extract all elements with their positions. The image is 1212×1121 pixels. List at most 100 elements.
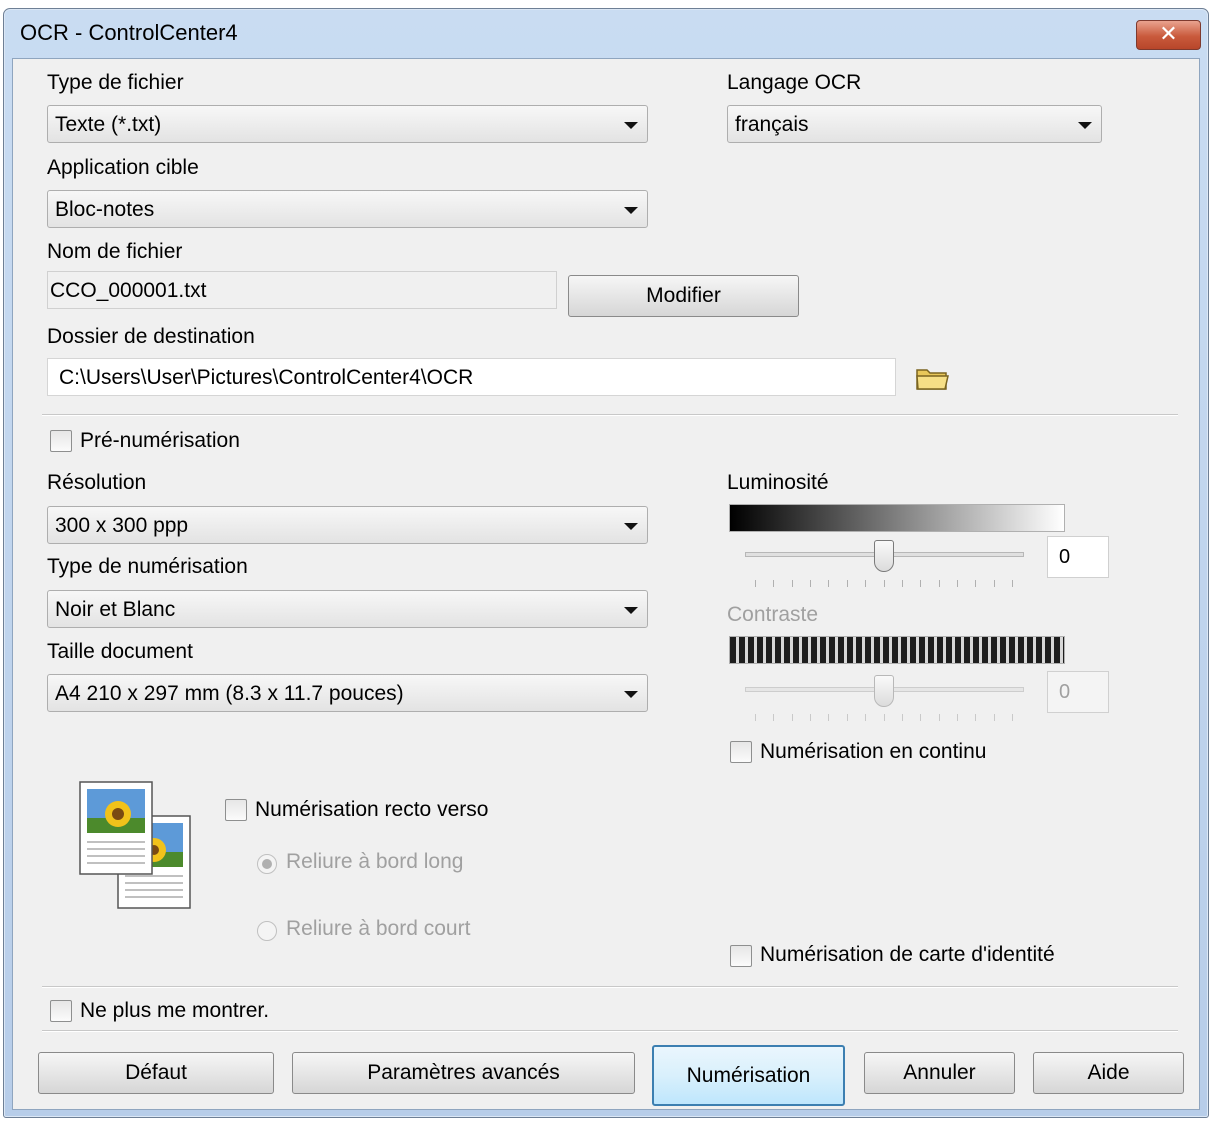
contrast-ticks (745, 714, 1022, 721)
file-type-select[interactable]: Texte (*.txt) (47, 105, 648, 143)
cancel-button[interactable]: Annuler (864, 1052, 1015, 1094)
slider-tick (773, 714, 774, 721)
destination-label: Dossier de destination (47, 325, 255, 348)
brightness-value: 0 (1059, 546, 1071, 568)
separator (42, 414, 1178, 416)
slider-tick (994, 714, 995, 721)
default-button[interactable]: Défaut (38, 1052, 274, 1094)
destination-field[interactable]: C:\Users\User\Pictures\ControlCenter4\OC… (47, 358, 896, 396)
contrast-value-field[interactable]: 0 (1047, 671, 1109, 713)
slider-tick (810, 580, 811, 587)
duplex-label: Numérisation recto verso (255, 798, 489, 821)
contrast-value: 0 (1059, 681, 1071, 703)
brightness-ticks (745, 580, 1022, 587)
id-card-label: Numérisation de carte d'identité (760, 943, 1055, 966)
slider-tick (957, 580, 958, 587)
id-card-checkbox[interactable] (730, 945, 752, 967)
slider-tick (939, 714, 940, 721)
prescan-label: Pré-numérisation (80, 429, 240, 452)
folder-icon[interactable] (915, 364, 951, 392)
doc-size-select[interactable]: A4 210 x 297 mm (8.3 x 11.7 pouces) (47, 674, 648, 712)
scan-type-select[interactable]: Noir et Blanc (47, 590, 648, 628)
slider-tick (865, 580, 866, 587)
slider-tick (902, 580, 903, 587)
slider-tick (1012, 714, 1013, 721)
slider-tick (773, 580, 774, 587)
brightness-value-field[interactable]: 0 (1047, 536, 1109, 578)
window-title: OCR - ControlCenter4 (20, 20, 238, 45)
slider-tick (847, 580, 848, 587)
slider-tick (994, 580, 995, 587)
close-button[interactable]: ✕ (1136, 20, 1201, 50)
close-icon: ✕ (1159, 22, 1178, 47)
slider-tick (755, 714, 756, 721)
short-edge-radio[interactable] (257, 921, 277, 941)
resolution-value: 300 x 300 ppp (55, 514, 189, 537)
duplex-illustration-icon (78, 780, 194, 912)
help-button[interactable]: Aide (1033, 1052, 1184, 1094)
resolution-label: Résolution (47, 471, 147, 494)
advanced-settings-button[interactable]: Paramètres avancés (292, 1052, 635, 1094)
contrast-label: Contraste (727, 603, 819, 626)
doc-size-value: A4 210 x 297 mm (8.3 x 11.7 pouces) (55, 682, 404, 705)
chevron-down-icon (624, 122, 638, 129)
slider-tick (792, 714, 793, 721)
slider-tick (975, 580, 976, 587)
file-name-value: CCO_000001.txt (50, 279, 207, 302)
contrast-pattern (729, 636, 1065, 664)
dont-show-label: Ne plus me montrer. (80, 999, 270, 1022)
modify-button[interactable]: Modifier (568, 275, 799, 317)
slider-tick (957, 714, 958, 721)
slider-tick (755, 580, 756, 587)
scan-button[interactable]: Numérisation (652, 1045, 845, 1106)
file-type-label: Type de fichier (47, 71, 184, 94)
slider-tick (975, 714, 976, 721)
separator (42, 1030, 1178, 1032)
long-edge-radio[interactable] (257, 854, 277, 874)
continuous-scan-checkbox[interactable] (730, 741, 752, 763)
slider-tick (920, 580, 921, 587)
slider-tick (884, 580, 885, 587)
destination-value: C:\Users\User\Pictures\ControlCenter4\OC… (59, 366, 474, 389)
slider-tick (920, 714, 921, 721)
chevron-down-icon (624, 691, 638, 698)
brightness-slider-thumb[interactable] (873, 540, 894, 572)
slider-tick (810, 714, 811, 721)
prescan-checkbox[interactable] (50, 430, 72, 452)
chevron-down-icon (624, 523, 638, 530)
slider-tick (828, 714, 829, 721)
slider-tick (828, 580, 829, 587)
slider-tick (939, 580, 940, 587)
ocr-language-label: Langage OCR (727, 71, 862, 94)
file-name-label: Nom de fichier (47, 240, 183, 263)
long-edge-label: Reliure à bord long (286, 850, 464, 873)
doc-size-label: Taille document (47, 640, 193, 663)
ocr-language-select[interactable]: français (727, 105, 1102, 143)
file-type-value: Texte (*.txt) (55, 113, 162, 136)
duplex-checkbox[interactable] (225, 799, 247, 821)
target-app-select[interactable]: Bloc-notes (47, 190, 648, 228)
slider-tick (1012, 580, 1013, 587)
scan-type-label: Type de numérisation (47, 555, 248, 578)
slider-tick (792, 580, 793, 587)
continuous-scan-label: Numérisation en continu (760, 740, 987, 763)
file-name-field: CCO_000001.txt (47, 271, 557, 309)
brightness-label: Luminosité (727, 471, 829, 494)
separator (42, 986, 1178, 988)
slider-tick (865, 714, 866, 721)
chevron-down-icon (624, 607, 638, 614)
target-app-label: Application cible (47, 156, 199, 179)
slider-tick (884, 714, 885, 721)
chevron-down-icon (624, 207, 638, 214)
scan-type-value: Noir et Blanc (55, 598, 176, 621)
dont-show-checkbox[interactable] (50, 1000, 72, 1022)
brightness-gradient (729, 504, 1065, 532)
slider-tick (847, 714, 848, 721)
chevron-down-icon (1078, 122, 1092, 129)
resolution-select[interactable]: 300 x 300 ppp (47, 506, 648, 544)
slider-tick (902, 714, 903, 721)
short-edge-label: Reliure à bord court (286, 917, 471, 940)
ocr-language-value: français (735, 113, 809, 136)
target-app-value: Bloc-notes (55, 198, 155, 221)
contrast-slider-thumb[interactable] (873, 675, 894, 707)
